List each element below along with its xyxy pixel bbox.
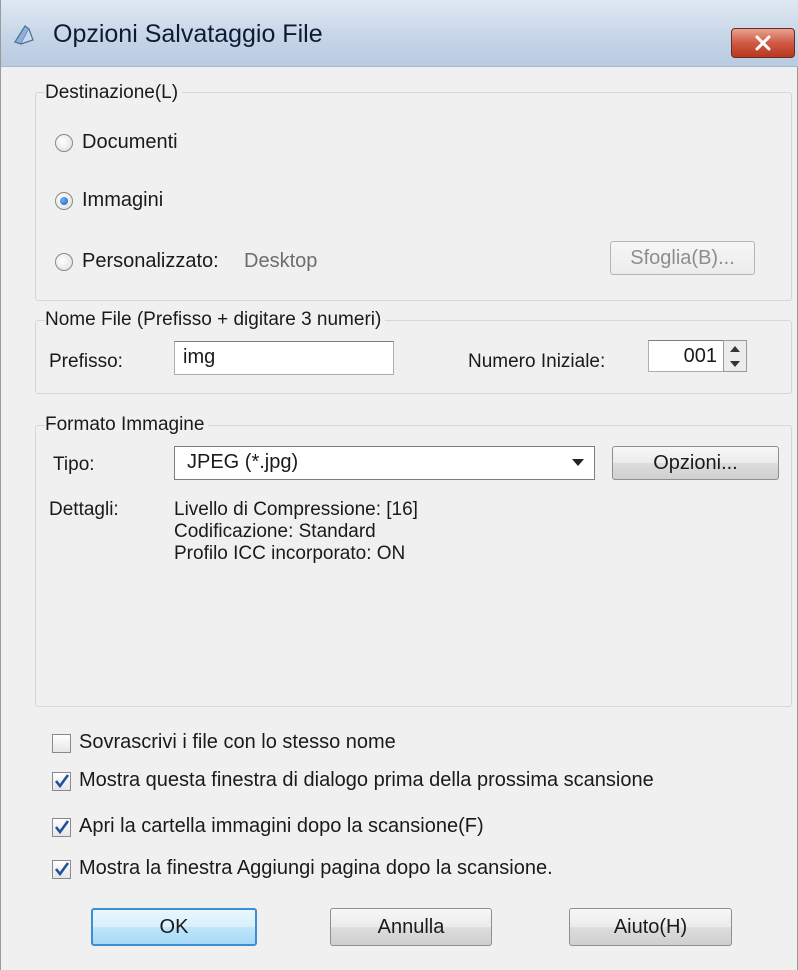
cancel-button[interactable]: Annulla	[330, 908, 492, 946]
destination-group-title: Destinazione(L)	[45, 82, 183, 104]
detail-compression: Livello di Compressione: [16]	[174, 499, 418, 520]
prefix-input[interactable]: img	[174, 341, 394, 375]
chevron-down-icon	[572, 459, 584, 466]
checkbox-add-page-label[interactable]: Mostra la finestra Aggiungi pagina dopo …	[79, 857, 553, 880]
details-label: Dettagli:	[49, 499, 119, 520]
format-options-button[interactable]: Opzioni...	[612, 446, 779, 480]
file-name-group-title: Nome File (Prefisso + digitare 3 numeri)	[45, 309, 386, 331]
checkmark-icon	[54, 862, 70, 877]
checkbox-show-dialog-label[interactable]: Mostra questa finestra di dialogo prima …	[79, 769, 654, 792]
detail-encoding: Codificazione: Standard	[174, 521, 376, 542]
checkbox-open-folder[interactable]	[52, 818, 71, 837]
checkmark-icon	[54, 820, 70, 835]
radio-personalizzato-label[interactable]: Personalizzato:	[82, 250, 219, 273]
help-button[interactable]: Aiuto(H)	[569, 908, 732, 946]
close-button[interactable]	[731, 28, 795, 58]
save-options-dialog: Opzioni Salvataggio File Destinazione(L)…	[0, 0, 798, 970]
checkbox-show-dialog[interactable]	[52, 772, 71, 791]
radio-immagini[interactable]	[55, 192, 73, 210]
type-select[interactable]: JPEG (*.jpg)	[174, 446, 595, 480]
window-title: Opzioni Salvataggio File	[53, 20, 323, 48]
checkmark-icon	[54, 774, 70, 789]
scanner-app-icon	[14, 25, 34, 45]
type-label: Tipo:	[53, 454, 95, 475]
radio-documenti-label[interactable]: Documenti	[82, 131, 178, 154]
detail-icc-profile: Profilo ICC incorporato: ON	[174, 543, 406, 564]
spin-down-button[interactable]	[724, 356, 746, 371]
start-number-label: Numero Iniziale:	[468, 351, 606, 372]
browse-button[interactable]: Sfoglia(B)...	[610, 241, 755, 275]
radio-personalizzato[interactable]	[55, 253, 73, 271]
start-number-input[interactable]: 001	[648, 340, 724, 372]
custom-path-text: Desktop	[244, 250, 318, 272]
checkbox-overwrite-label[interactable]: Sovrascrivi i file con lo stesso nome	[79, 731, 396, 754]
radio-immagini-label[interactable]: Immagini	[82, 189, 163, 212]
radio-documenti[interactable]	[55, 134, 73, 152]
prefix-label: Prefisso:	[49, 351, 123, 372]
close-icon	[755, 35, 771, 51]
arrow-up-icon	[730, 345, 740, 352]
checkbox-add-page[interactable]	[52, 860, 71, 879]
title-bar[interactable]: Opzioni Salvataggio File	[1, 0, 798, 67]
checkbox-overwrite[interactable]	[52, 734, 71, 753]
ok-button[interactable]: OK	[91, 908, 257, 946]
arrow-down-icon	[730, 360, 740, 367]
image-format-group-title: Formato Immagine	[45, 414, 209, 436]
start-number-spinner[interactable]	[723, 340, 747, 372]
type-select-value: JPEG (*.jpg)	[187, 451, 299, 473]
checkbox-open-folder-label[interactable]: Apri la cartella immagini dopo la scansi…	[79, 815, 484, 838]
spin-up-button[interactable]	[724, 341, 746, 356]
details-text: Livello di Compressione: [16] Codificazi…	[174, 499, 418, 565]
